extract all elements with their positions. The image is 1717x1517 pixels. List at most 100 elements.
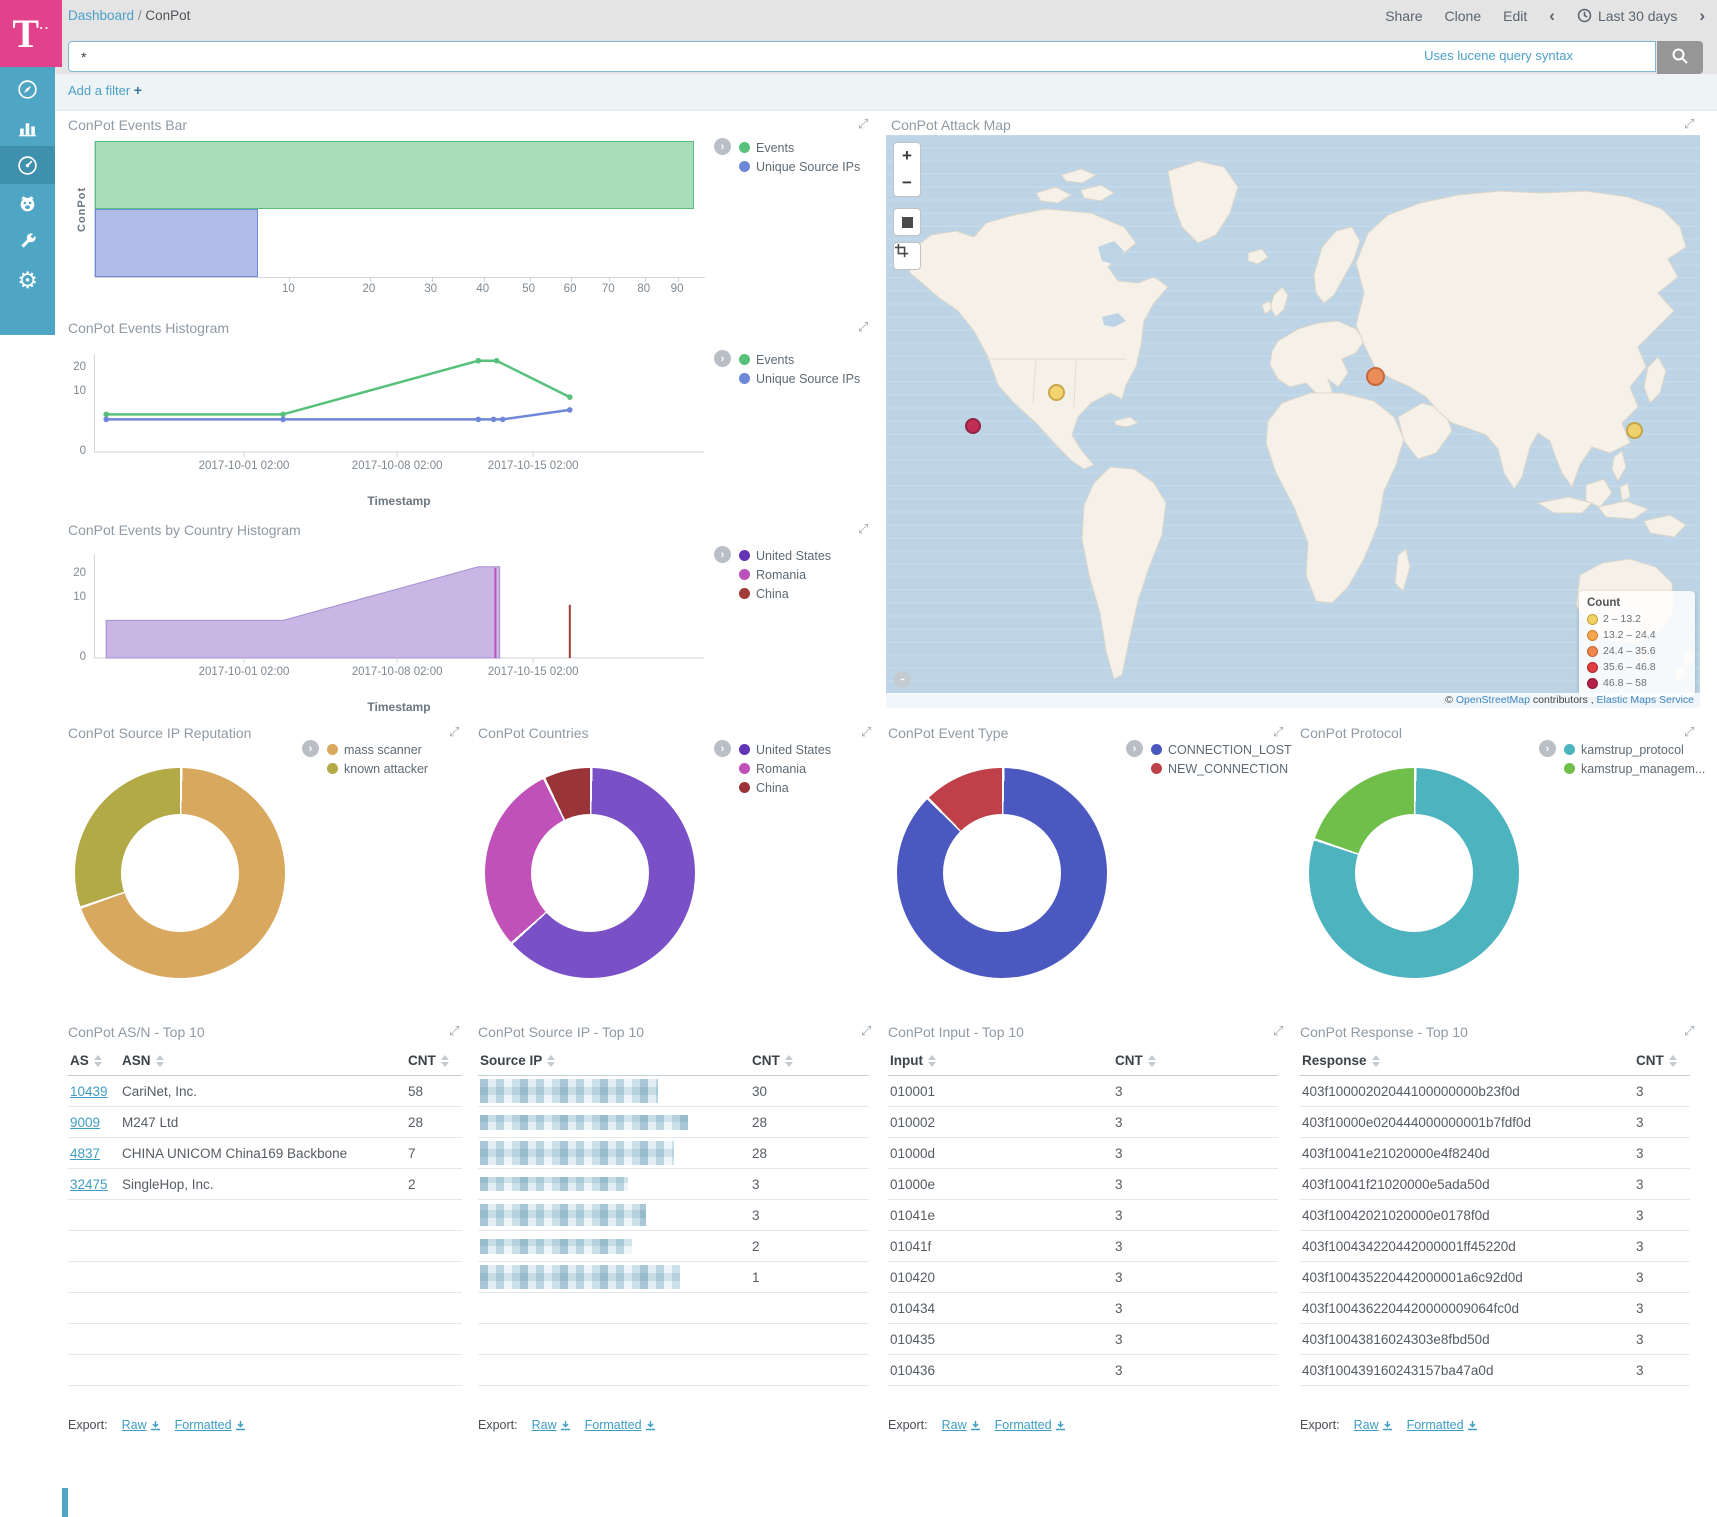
time-picker[interactable]: Last 30 days [1577, 8, 1677, 24]
as-number-link[interactable]: 4837 [70, 1146, 100, 1161]
elastic-maps-service-link[interactable]: Elastic Maps Service [1597, 694, 1694, 706]
tmobile-logo[interactable]: T·· [0, 0, 62, 67]
export-raw-link[interactable]: Raw [1354, 1418, 1393, 1432]
export-formatted-link[interactable]: Formatted [995, 1418, 1066, 1432]
clone-button[interactable]: Clone [1445, 8, 1482, 24]
legend-item[interactable]: Unique Source IPs [739, 369, 860, 388]
x-axis-tick-label: 60 [555, 283, 585, 295]
expand-icon[interactable]: ⤢ [449, 1024, 459, 1039]
data-point[interactable] [476, 417, 482, 423]
data-point[interactable] [280, 417, 286, 423]
sidebar-item-visualize[interactable] [0, 108, 55, 146]
legend-item[interactable]: NEW_CONNECTION [1151, 759, 1292, 778]
donut-chart-countries[interactable] [485, 768, 695, 978]
legend-item[interactable]: China [739, 584, 831, 603]
column-header-asn[interactable]: ASN [120, 1046, 406, 1076]
column-header-cnt[interactable]: CNT [750, 1046, 869, 1076]
legend-toggle-button[interactable]: › [1126, 740, 1143, 757]
donut-chart-ip-reputation[interactable] [75, 768, 285, 978]
column-header-source-ip[interactable]: Source IP [478, 1046, 750, 1076]
column-header-response[interactable]: Response [1300, 1046, 1634, 1076]
bar-unique-source-ips[interactable] [95, 209, 258, 277]
legend-item[interactable]: kamstrup_managem... [1564, 759, 1705, 778]
legend-toggle-button[interactable]: › [302, 740, 319, 757]
data-point[interactable] [103, 412, 109, 418]
legend-item[interactable]: Romania [739, 759, 831, 778]
column-header-cnt[interactable]: CNT [406, 1046, 462, 1076]
legend-item[interactable]: mass scanner [327, 740, 428, 759]
breadcrumb-dashboard-link[interactable]: Dashboard [68, 8, 134, 23]
sidebar-item-timelion[interactable] [0, 184, 55, 222]
map-collapse-button[interactable]: › [894, 671, 911, 688]
column-header-cnt[interactable]: CNT [1634, 1046, 1690, 1076]
legend-toggle-button[interactable]: › [1539, 740, 1556, 757]
data-point[interactable] [567, 407, 573, 413]
expand-icon[interactable]: ⤢ [1684, 1024, 1694, 1039]
expand-icon[interactable]: ⤢ [858, 522, 868, 537]
search-input[interactable] [68, 41, 1656, 72]
sidebar-item-management[interactable]: ⚙ [0, 262, 55, 300]
openstreetmap-link[interactable]: OpenStreetMap [1456, 694, 1530, 706]
sidebar-item-dev-tools[interactable] [0, 222, 55, 260]
map-marker[interactable] [1048, 384, 1065, 401]
legend-item[interactable]: Events [739, 138, 860, 157]
donut-chart-protocol[interactable] [1309, 768, 1519, 978]
legend-toggle-button[interactable]: › [714, 740, 731, 757]
data-point[interactable] [567, 394, 573, 400]
sidebar-item-dashboard[interactable] [0, 146, 55, 184]
expand-icon[interactable]: ⤢ [861, 1024, 871, 1039]
column-header-input[interactable]: Input [888, 1046, 1113, 1076]
export-formatted-link[interactable]: Formatted [175, 1418, 246, 1432]
legend-toggle-button[interactable]: › [714, 546, 731, 563]
add-filter-link[interactable]: Add a filter + [68, 82, 142, 98]
expand-icon[interactable]: ⤢ [858, 320, 868, 335]
export-formatted-link[interactable]: Formatted [585, 1418, 656, 1432]
expand-icon[interactable]: ⤢ [1273, 1024, 1283, 1039]
donut-chart-event-type[interactable] [897, 768, 1107, 978]
share-button[interactable]: Share [1385, 8, 1422, 24]
as-number-link[interactable]: 10439 [70, 1084, 108, 1099]
data-point[interactable] [494, 358, 500, 364]
as-number-link[interactable]: 9009 [70, 1115, 100, 1130]
attack-map[interactable]: + − Count 2 – 13.213.2 – 24.424.4 – 35.6… [886, 135, 1700, 708]
column-header-cnt[interactable]: CNT [1113, 1046, 1278, 1076]
export-raw-link[interactable]: Raw [942, 1418, 981, 1432]
legend-toggle-button[interactable]: › [714, 138, 731, 155]
export-formatted-link[interactable]: Formatted [1407, 1418, 1478, 1432]
legend-toggle-button[interactable]: › [714, 350, 731, 367]
bar-events[interactable] [95, 141, 694, 209]
legend-item[interactable]: Events [739, 350, 860, 369]
legend-item[interactable]: known attacker [327, 759, 428, 778]
legend-item[interactable]: United States [739, 546, 831, 565]
edit-button[interactable]: Edit [1503, 8, 1527, 24]
search-button[interactable] [1657, 41, 1703, 74]
sidebar-item-discover[interactable] [0, 70, 55, 108]
expand-icon[interactable]: ⤢ [1684, 725, 1694, 740]
expand-icon[interactable]: ⤢ [861, 725, 871, 740]
data-point[interactable] [280, 412, 286, 418]
legend-item[interactable]: Unique Source IPs [739, 157, 860, 176]
legend-item[interactable]: Romania [739, 565, 831, 584]
as-number-link[interactable]: 32475 [70, 1177, 108, 1192]
legend-item[interactable]: CONNECTION_LOST [1151, 740, 1292, 759]
lucene-syntax-link[interactable]: Uses lucene query syntax [1424, 48, 1573, 63]
expand-icon[interactable]: ⤢ [1684, 117, 1694, 132]
export-raw-link[interactable]: Raw [532, 1418, 571, 1432]
expand-icon[interactable]: ⤢ [858, 117, 868, 132]
time-back-button[interactable]: ‹ [1549, 7, 1555, 24]
time-forward-button[interactable]: › [1699, 7, 1705, 24]
legend-item[interactable]: kamstrup_protocol [1564, 740, 1705, 759]
data-point[interactable] [491, 417, 497, 423]
legend-item[interactable]: China [739, 778, 831, 797]
export-raw-link[interactable]: Raw [122, 1418, 161, 1432]
data-point[interactable] [103, 417, 109, 423]
map-marker[interactable] [1366, 367, 1385, 386]
data-point[interactable] [500, 417, 506, 423]
map-marker[interactable] [1626, 422, 1643, 439]
column-header-as[interactable]: AS [68, 1046, 120, 1076]
legend-item[interactable]: United States [739, 740, 831, 759]
data-point[interactable] [476, 358, 482, 364]
expand-icon[interactable]: ⤢ [449, 725, 459, 740]
map-marker[interactable] [965, 418, 981, 434]
expand-icon[interactable]: ⤢ [1273, 725, 1283, 740]
